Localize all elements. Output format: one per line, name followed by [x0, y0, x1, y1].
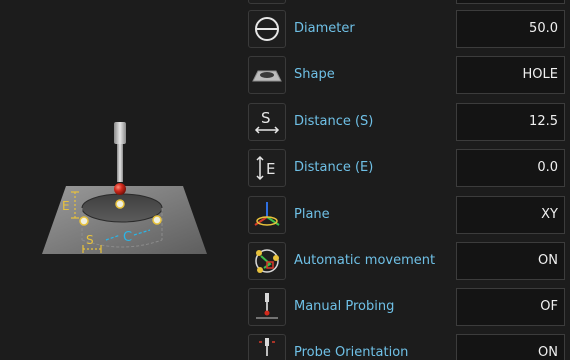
- probe-orientation-label: Probe Orientation: [294, 345, 409, 360]
- distance-s-icon: S: [248, 103, 286, 141]
- param-row-shape[interactable]: Shape HOLE: [0, 46, 570, 94]
- plane-axes-icon: [248, 196, 286, 234]
- shape-label: Shape: [294, 67, 335, 82]
- param-row-plane[interactable]: Plane XY: [0, 186, 570, 234]
- parameter-list: Diameter 50.0 Shape HOLE S Distance (S) …: [0, 0, 570, 360]
- diameter-icon: [248, 10, 286, 48]
- probe-orientation-icon: [248, 334, 286, 360]
- probing-cycle-screen: E S C Diameter 50.0 Shape HOLE S Distanc…: [0, 0, 570, 360]
- param-row-distance-e[interactable]: E Distance (E) 0.0: [0, 139, 570, 187]
- diameter-value-field[interactable]: 50.0: [456, 10, 565, 48]
- plane-value-field[interactable]: XY: [456, 196, 565, 234]
- manual-probing-value-field[interactable]: OF: [456, 288, 565, 326]
- param-row-manual-probing[interactable]: Manual Probing OF: [0, 278, 570, 326]
- automatic-movement-value-field[interactable]: ON: [456, 242, 565, 280]
- diameter-label: Diameter: [294, 21, 355, 36]
- manual-probing-label: Manual Probing: [294, 299, 395, 314]
- automatic-movement-label: Automatic movement: [294, 253, 436, 268]
- manual-probe-icon: [248, 288, 286, 326]
- automatic-movement-icon: [248, 242, 286, 280]
- distance-e-label: Distance (E): [294, 160, 374, 175]
- param-row-automatic-movement[interactable]: Automatic movement ON: [0, 232, 570, 280]
- distance-s-value-field[interactable]: 12.5: [456, 103, 565, 141]
- param-row-distance-s[interactable]: S Distance (S) 12.5: [0, 93, 570, 141]
- probe-orientation-value-field[interactable]: ON: [456, 334, 565, 360]
- svg-text:S: S: [261, 109, 271, 127]
- distance-s-label: Distance (S): [294, 114, 374, 129]
- shape-icon: [248, 56, 286, 94]
- svg-text:E: E: [266, 160, 275, 178]
- param-row-probe-orientation[interactable]: Probe Orientation ON: [0, 324, 570, 360]
- plane-label: Plane: [294, 207, 330, 222]
- distance-e-icon: E: [248, 149, 286, 187]
- distance-e-value-field[interactable]: 0.0: [456, 149, 565, 187]
- shape-value-field[interactable]: HOLE: [456, 56, 565, 94]
- param-row-diameter[interactable]: Diameter 50.0: [0, 0, 570, 48]
